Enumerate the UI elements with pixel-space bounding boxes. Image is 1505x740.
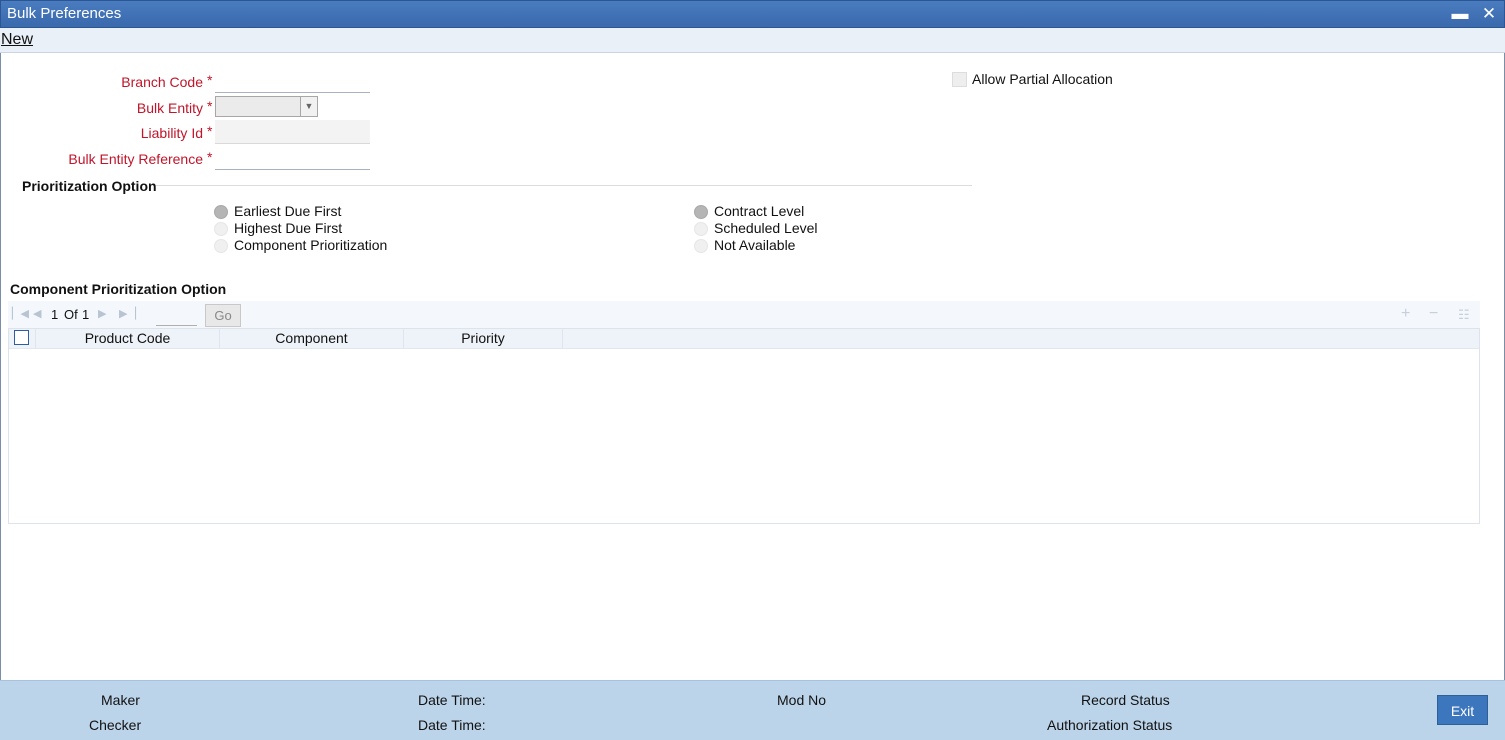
authorization-status-label: Authorization Status	[1047, 717, 1173, 733]
page-total: 1	[82, 307, 90, 322]
bulk-entity-reference-input[interactable]	[215, 146, 370, 170]
required-marker: *	[207, 98, 213, 114]
branch-code-input[interactable]	[215, 69, 370, 93]
window-titlebar: Bulk Preferences ▬ ✕	[0, 0, 1505, 28]
section-divider	[156, 185, 972, 186]
page-number-input[interactable]	[156, 304, 197, 326]
record-status-label: Record Status	[1081, 692, 1170, 708]
window-title: Bulk Preferences	[7, 5, 122, 22]
exit-button[interactable]: Exit	[1437, 695, 1488, 725]
prioritization-section-title: Prioritization Option	[22, 178, 157, 194]
audit-footer: Maker Checker Date Time: Date Time: Mod …	[0, 680, 1505, 740]
radio-label: Earliest Due First	[234, 203, 342, 219]
add-row-icon[interactable]: +	[1401, 305, 1410, 323]
liability-id-label: Liability Id	[140, 125, 203, 141]
radio-label: Scheduled Level	[714, 220, 818, 236]
required-marker: *	[207, 149, 213, 165]
radio-label: Highest Due First	[234, 220, 343, 236]
mod-no-label: Mod No	[777, 692, 827, 708]
allow-partial-allocation-checkbox[interactable]	[952, 72, 967, 87]
required-marker: *	[207, 72, 213, 88]
checker-datetime-label: Date Time:	[418, 717, 486, 733]
maker-label: Maker	[101, 692, 140, 708]
radio-scheduled-level[interactable]	[694, 222, 708, 236]
radio-label: Not Available	[714, 237, 796, 253]
radio-label: Component Prioritization	[234, 237, 388, 253]
grid-header-row: Product Code Component Priority	[9, 329, 1479, 349]
radio-label: Contract Level	[714, 203, 805, 219]
allow-partial-allocation-label: Allow Partial Allocation	[972, 71, 1113, 87]
go-button[interactable]: Go	[205, 304, 241, 327]
last-page-icon[interactable]: ▶▕	[119, 307, 136, 320]
column-header-component[interactable]: Component	[220, 329, 404, 349]
branch-code-label: Branch Code	[121, 74, 203, 90]
bulk-entity-select[interactable]: ▼	[215, 96, 318, 117]
new-link[interactable]: New	[1, 31, 33, 49]
minimize-icon[interactable]: ▬	[1450, 4, 1470, 24]
chevron-down-icon[interactable]: ▼	[300, 97, 317, 116]
page-current: 1	[51, 307, 59, 322]
single-view-icon[interactable]: ☷	[1458, 307, 1470, 323]
bulk-entity-reference-label: Bulk Entity Reference	[68, 151, 203, 167]
liability-id-input	[215, 120, 370, 144]
radio-component-prioritization[interactable]	[214, 239, 228, 253]
component-grid-title: Component Prioritization Option	[10, 281, 227, 297]
bulk-entity-label: Bulk Entity	[136, 100, 203, 116]
delete-row-icon[interactable]: −	[1429, 305, 1438, 323]
component-grid: Product Code Component Priority	[8, 328, 1480, 524]
checker-label: Checker	[89, 717, 142, 733]
checkbox-column	[9, 329, 36, 349]
close-icon[interactable]: ✕	[1479, 4, 1499, 24]
radio-highest-due-first[interactable]	[214, 222, 228, 236]
first-page-icon[interactable]: ▏◀	[12, 307, 29, 320]
main-form: Branch Code * Bulk Entity * ▼ Liability …	[0, 53, 1505, 680]
radio-not-available[interactable]	[694, 239, 708, 253]
required-marker: *	[207, 123, 213, 139]
radio-contract-level[interactable]	[694, 205, 708, 219]
maker-datetime-label: Date Time:	[418, 692, 486, 708]
column-header-priority[interactable]: Priority	[404, 329, 563, 349]
column-header-product-code[interactable]: Product Code	[36, 329, 220, 349]
next-page-icon[interactable]: ▶	[98, 307, 106, 320]
grid-toolbar: ▏◀ ◀ 1 Of 1 ▶ ▶▕ Go + − ☷	[8, 301, 1480, 328]
menu-bar: New	[0, 28, 1505, 53]
radio-earliest-due-first[interactable]	[214, 205, 228, 219]
previous-page-icon[interactable]: ◀	[33, 307, 41, 320]
page-of: Of	[64, 307, 78, 322]
